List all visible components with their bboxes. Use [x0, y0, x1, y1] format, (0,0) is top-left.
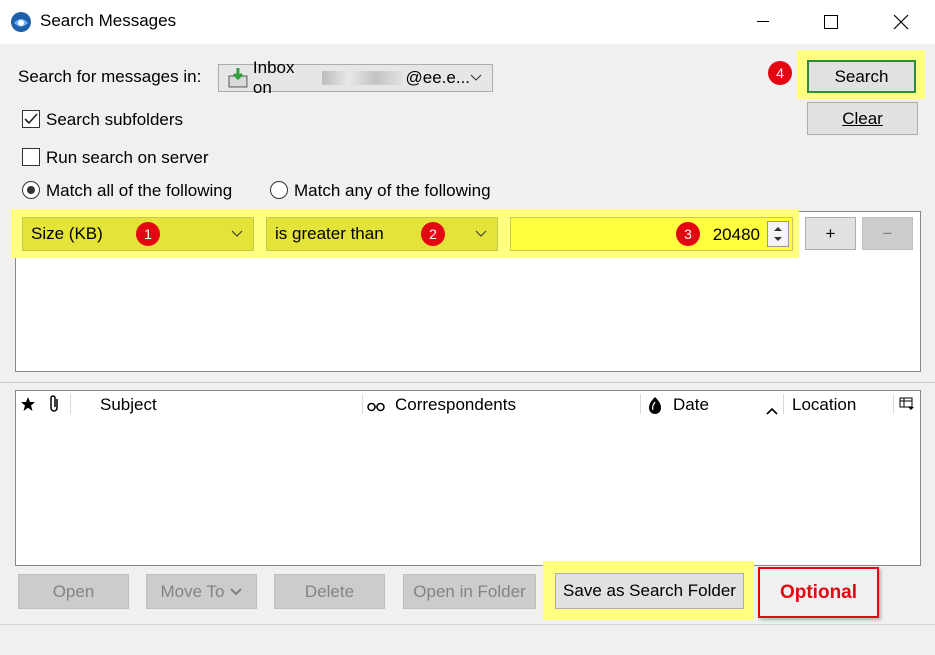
save-as-search-folder-button[interactable]: Save as Search Folder: [555, 573, 744, 609]
badge-3: 3: [676, 222, 700, 246]
match-any-label: Match any of the following: [294, 181, 491, 200]
chevron-down-icon: [230, 587, 243, 595]
add-label: +: [825, 223, 836, 243]
column-picker-icon[interactable]: [899, 396, 915, 417]
checkmark-icon: [24, 113, 38, 125]
column-subject[interactable]: Subject: [100, 392, 157, 418]
clear-button-label: Clear: [842, 108, 883, 128]
remove-criterion-button[interactable]: −: [862, 217, 913, 250]
match-all-radio[interactable]: [22, 181, 40, 199]
chevron-down-icon: [470, 74, 482, 81]
folder-name: Inbox on: [252, 58, 295, 97]
splitter[interactable]: [0, 382, 935, 383]
search-button-label: Search: [834, 66, 889, 86]
search-subfolders-checkbox[interactable]: [22, 110, 40, 128]
operator-value: is greater than: [275, 224, 384, 243]
spin-arrows-icon: [774, 227, 782, 241]
folder-dropdown[interactable]: Inbox on @ee.e...: [218, 58, 493, 97]
column-correspondents[interactable]: Correspondents: [395, 392, 516, 418]
junk-status-icon: [648, 396, 662, 419]
match-any-radio[interactable]: [270, 181, 288, 199]
radio-selected-dot: [27, 186, 35, 194]
badge-4: 4: [768, 61, 792, 85]
open-button[interactable]: Open: [18, 574, 129, 609]
match-all-label: Match all of the following: [46, 181, 233, 200]
open-in-folder-label: Open in Folder: [413, 581, 526, 601]
correspondents-icon: [367, 398, 385, 418]
spin-buttons[interactable]: [767, 221, 789, 247]
run-on-server-label: Run search on server: [46, 148, 209, 167]
field-value: Size (KB): [31, 224, 103, 243]
run-on-server-checkbox[interactable]: [22, 148, 40, 166]
minimize-icon: [757, 21, 769, 22]
column-separator[interactable]: [640, 394, 641, 414]
chevron-down-icon: [475, 230, 487, 237]
optional-annotation: Optional: [758, 567, 879, 618]
maximize-icon: [824, 15, 838, 29]
add-criterion-button[interactable]: +: [805, 217, 856, 250]
move-to-button[interactable]: Move To: [146, 574, 257, 609]
size-value-text: 20480: [712, 225, 760, 244]
close-icon: [893, 14, 909, 30]
remove-label: −: [882, 223, 893, 243]
save-as-search-folder-label: Save as Search Folder: [563, 581, 736, 600]
sort-ascending-icon: [766, 400, 778, 420]
move-to-label: Move To: [160, 581, 225, 601]
open-in-folder-button[interactable]: Open in Folder: [403, 574, 536, 609]
chevron-down-icon: [231, 230, 243, 237]
badge-2: 2: [421, 222, 445, 246]
column-location[interactable]: Location: [792, 392, 856, 418]
inbox-icon: [228, 68, 248, 88]
star-icon[interactable]: [20, 396, 36, 417]
clear-button[interactable]: Clear: [807, 102, 918, 135]
thunderbird-icon: [10, 11, 32, 33]
window-title: Search Messages: [40, 11, 177, 30]
redacted-account: [321, 71, 402, 85]
column-separator[interactable]: [362, 394, 363, 414]
column-separator[interactable]: [70, 394, 71, 414]
folder-account-suffix: @ee.e...: [405, 68, 471, 87]
size-value-input[interactable]: 20480: [510, 217, 793, 251]
search-subfolders-label: Search subfolders: [46, 110, 184, 129]
badge-1: 1: [136, 222, 160, 246]
minimize-button[interactable]: [740, 0, 786, 44]
delete-button[interactable]: Delete: [274, 574, 385, 609]
column-date[interactable]: Date: [673, 392, 709, 418]
delete-button-label: Delete: [304, 581, 355, 601]
operator-dropdown[interactable]: is greater than: [266, 217, 498, 251]
status-bar: [0, 625, 935, 655]
column-separator[interactable]: [893, 394, 894, 414]
close-button[interactable]: [878, 0, 924, 44]
maximize-button[interactable]: [808, 0, 854, 44]
search-button[interactable]: Search: [807, 60, 916, 93]
open-button-label: Open: [52, 581, 95, 601]
column-separator[interactable]: [783, 394, 784, 414]
optional-text: Optional: [779, 581, 858, 603]
search-in-label: Search for messages in:: [18, 67, 202, 86]
attachment-icon[interactable]: [47, 394, 61, 419]
